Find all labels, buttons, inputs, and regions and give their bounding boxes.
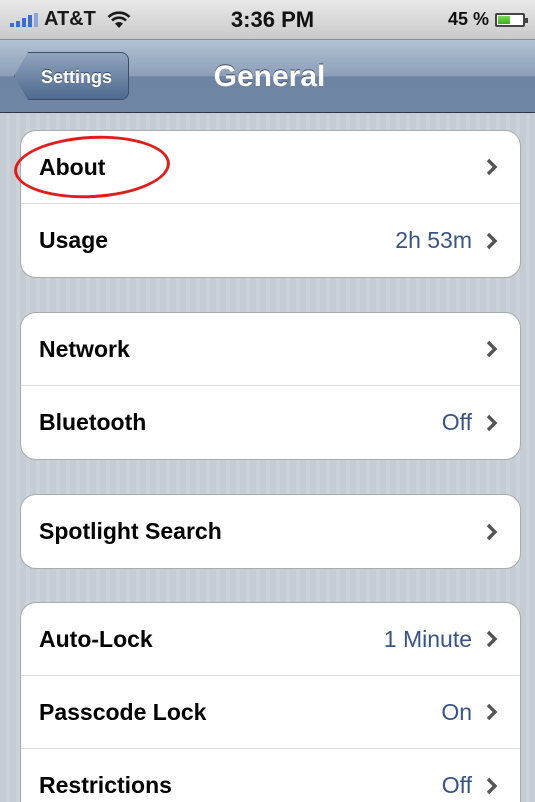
row-auto-lock[interactable]: Auto-Lock 1 Minute [21, 603, 520, 676]
navigation-bar: General Settings [0, 40, 535, 113]
row-network[interactable]: Network [21, 313, 520, 386]
group-lock-settings: Auto-Lock 1 Minute Passcode Lock On Rest… [20, 602, 521, 802]
chevron-right-icon [486, 340, 498, 358]
chevron-right-icon [486, 703, 498, 721]
row-value: Off [441, 409, 472, 435]
row-bluetooth[interactable]: Bluetooth Off [21, 386, 520, 459]
row-label: Bluetooth [39, 409, 147, 435]
settings-back-button[interactable]: Settings [14, 52, 130, 100]
status-bar: AT&T 3:36 PM 45 % [0, 0, 535, 40]
battery-percent: 45 % [447, 9, 489, 29]
row-passcode-lock[interactable]: Passcode Lock On [21, 676, 520, 749]
row-about[interactable]: About [21, 131, 520, 204]
row-value: 1 Minute [383, 625, 472, 652]
signal-strength-icon [10, 12, 38, 27]
row-label: Network [39, 335, 130, 362]
row-label: Passcode Lock [39, 698, 207, 725]
row-value: On [441, 698, 472, 725]
chevron-right-icon [486, 777, 498, 794]
row-value: Off [441, 772, 472, 798]
chevron-right-icon [486, 523, 498, 540]
row-spotlight-search[interactable]: Spotlight Search [21, 495, 520, 568]
wifi-icon [107, 10, 131, 28]
status-bar-right: 45 % [405, 9, 528, 30]
chevron-right-icon [486, 158, 498, 176]
row-label: Usage [39, 227, 109, 253]
row-restrictions[interactable]: Restrictions Off [21, 749, 520, 802]
row-label: About [39, 153, 106, 180]
chevron-right-icon [486, 414, 498, 431]
battery-icon [495, 12, 528, 27]
carrier-name: AT&T [44, 8, 96, 30]
chevron-right-icon [486, 232, 498, 249]
group-about-usage: About Usage 2h 53m [20, 130, 521, 278]
row-label: Auto-Lock [39, 625, 153, 652]
row-value: 2h 53m [395, 227, 472, 253]
status-time: 3:36 PM [230, 6, 315, 32]
row-label: Spotlight Search [39, 518, 222, 544]
group-network-bluetooth: Network Bluetooth Off [20, 312, 521, 460]
chevron-right-icon [486, 630, 498, 648]
row-usage[interactable]: Usage 2h 53m [21, 204, 520, 277]
row-label: Restrictions [39, 772, 172, 798]
group-spotlight: Spotlight Search [20, 494, 521, 569]
